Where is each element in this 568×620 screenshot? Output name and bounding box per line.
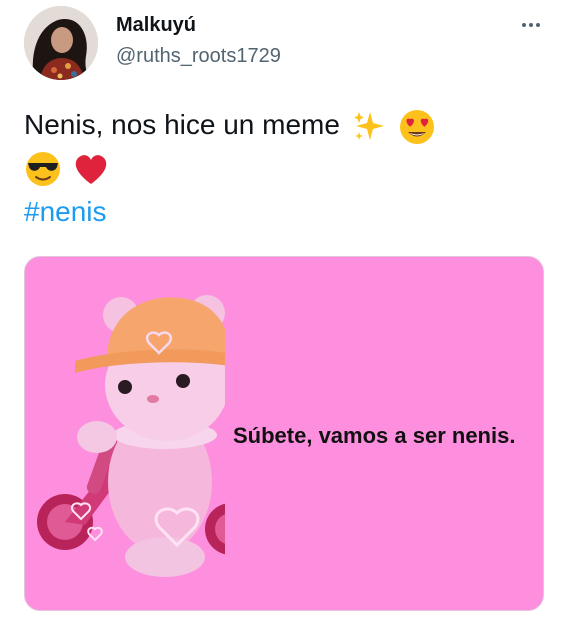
hashtag-link[interactable]: #nenis	[24, 196, 107, 228]
meme-caption: Súbete, vamos a ser nenis.	[233, 423, 516, 448]
more-horizontal-icon	[522, 23, 526, 27]
tweet-text: Nenis, nos hice un meme	[24, 105, 524, 188]
author-display-name[interactable]: Malkuyú	[116, 14, 196, 37]
avatar[interactable]	[24, 6, 98, 80]
more-dot	[529, 23, 533, 27]
author-handle[interactable]: @ruths_roots1729	[116, 45, 281, 68]
profile-photo-icon	[24, 6, 98, 80]
tweet-body-text: Nenis, nos hice un meme	[24, 109, 340, 140]
sparkles-emoji-icon	[350, 108, 388, 146]
heart-eyes-emoji-icon	[398, 108, 436, 146]
emoji-row	[24, 148, 524, 189]
more-options-button[interactable]	[516, 16, 546, 34]
tweet-media[interactable]: Súbete, vamos a ser nenis.	[24, 256, 544, 611]
red-heart-emoji-icon	[72, 150, 110, 188]
tweet: Malkuyú @ruths_roots1729 Nenis, nos hice…	[0, 0, 568, 620]
sunglasses-emoji-icon	[24, 150, 62, 188]
more-dot	[536, 23, 540, 27]
toy-bear-on-tricycle-illustration	[37, 295, 225, 577]
